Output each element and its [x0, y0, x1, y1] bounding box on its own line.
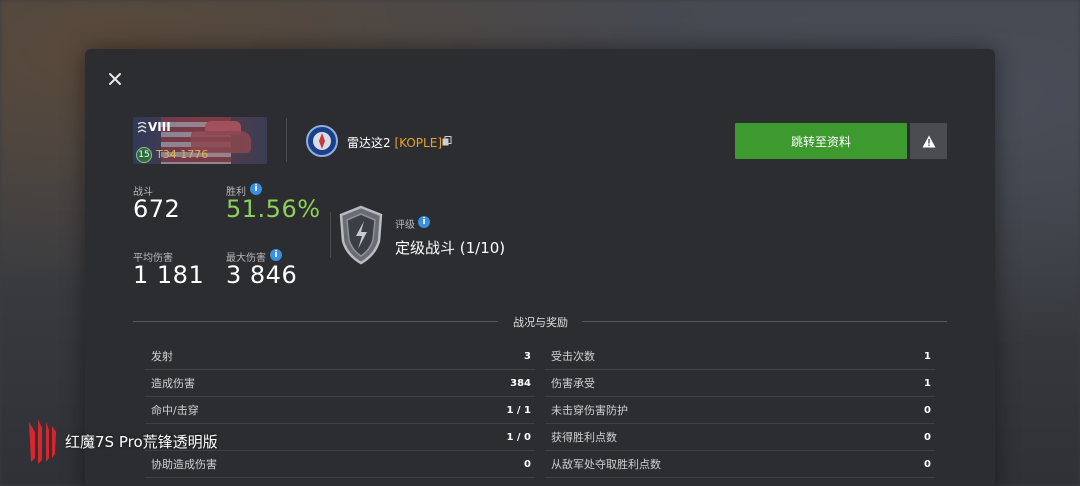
- header-divider: [286, 118, 287, 162]
- rank-emblem-icon: [339, 205, 383, 265]
- device-watermark-text: 红魔7S Pro荒锋透明版: [65, 433, 218, 451]
- row-value: 1 / 1: [506, 404, 531, 416]
- win-rate-value: 51.56%: [226, 195, 321, 223]
- table-row: 获得胜利点数 0: [545, 424, 935, 451]
- table-row: 发射 3: [145, 343, 535, 370]
- row-label: 未击穿伤害防护: [551, 404, 628, 417]
- rating-value: 定级战斗 (1/10): [395, 239, 506, 257]
- section-title: 战况与奖励: [513, 316, 568, 329]
- row-label: 受击次数: [551, 350, 595, 363]
- avg-damage-value: 1 181: [133, 261, 205, 289]
- table-row: 伤害承受 1: [545, 370, 935, 397]
- section-divider-right: [582, 321, 947, 322]
- go-to-profile-button[interactable]: 跳转至资料: [735, 123, 907, 159]
- table-row: 从敌军处夺取胜利点数 0: [545, 451, 935, 478]
- warning-icon: [922, 135, 935, 147]
- row-label: 命中/击穿: [151, 404, 199, 417]
- table-row: 造成伤害 384: [145, 370, 535, 397]
- row-label: 造成伤害: [151, 377, 195, 390]
- row-value: 1 / 0: [506, 431, 531, 443]
- battle-stats-left-column: 发射 3 造成伤害 384 命中/击穿 1 / 1 1 / 0 协助造成伤害 0: [145, 343, 535, 478]
- row-value: 0: [924, 404, 931, 416]
- table-row: 协助造成伤害 0: [145, 451, 535, 478]
- table-row: 命中/击穿 1 / 1: [145, 397, 535, 424]
- vehicle-level-badge: 15: [136, 147, 152, 163]
- row-value: 0: [924, 431, 931, 443]
- close-button[interactable]: [105, 69, 125, 89]
- player-name: 雷达这2: [347, 136, 391, 150]
- stats-divider: [330, 212, 331, 258]
- close-icon: [109, 73, 121, 85]
- win-rate-info-icon[interactable]: i: [250, 183, 262, 195]
- vehicle-tier: VIII: [148, 120, 171, 134]
- report-button[interactable]: [910, 123, 947, 159]
- max-damage-value: 3 846: [226, 261, 298, 289]
- max-damage-info-icon[interactable]: i: [270, 249, 282, 261]
- clan-emblem-icon[interactable]: [305, 123, 339, 159]
- row-value: 3: [524, 350, 531, 362]
- section-divider-left: [133, 321, 498, 322]
- row-value: 384: [510, 377, 531, 389]
- clan-tag[interactable]: [KOPLE]: [394, 136, 442, 150]
- row-label: 发射: [151, 350, 173, 363]
- rating-info-icon[interactable]: i: [418, 216, 430, 228]
- row-label: 从敌军处夺取胜利点数: [551, 458, 661, 471]
- copy-icon[interactable]: [442, 136, 452, 146]
- row-value: 0: [924, 458, 931, 470]
- table-row: 未击穿伤害防护 0: [545, 397, 935, 424]
- table-row: 受击次数 1: [545, 343, 935, 370]
- row-value: 1: [924, 377, 931, 389]
- row-label: 获得胜利点数: [551, 431, 617, 444]
- tier-chevron-icon: [137, 122, 147, 133]
- row-value: 1: [924, 350, 931, 362]
- row-label: 伤害承受: [551, 377, 595, 390]
- device-logo-icon: [29, 419, 56, 464]
- row-label: 协助造成伤害: [151, 458, 217, 471]
- battle-stats-right-column: 受击次数 1 伤害承受 1 未击穿伤害防护 0 获得胜利点数 0 从敌军处夺取胜…: [545, 343, 935, 478]
- vehicle-name: T34 1776: [156, 148, 209, 161]
- row-value: 0: [524, 458, 531, 470]
- battles-value: 672: [133, 195, 181, 223]
- player-name-line: 雷达这2 [KOPLE]: [347, 134, 442, 151]
- rating-label: 评级: [395, 220, 415, 231]
